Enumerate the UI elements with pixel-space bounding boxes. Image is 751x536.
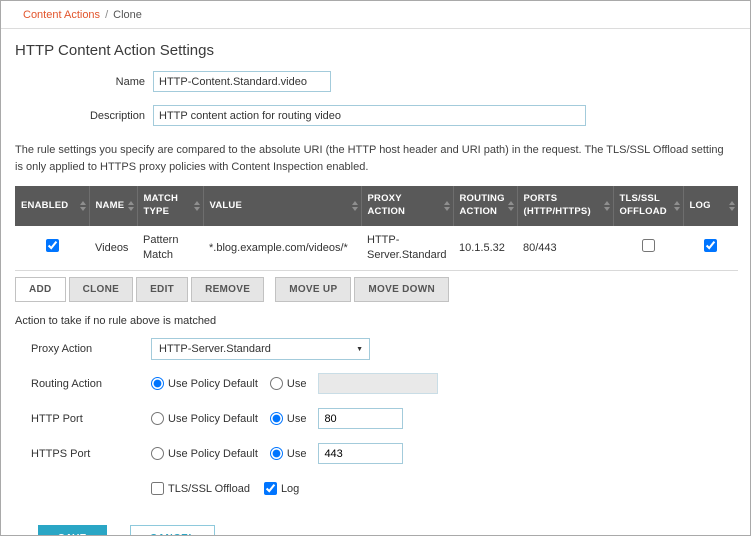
rule-settings-description: The rule settings you specify are compar… — [15, 142, 734, 175]
https-port-input[interactable] — [318, 443, 403, 464]
remove-button[interactable]: REMOVE — [191, 277, 264, 302]
sort-icon — [194, 201, 200, 211]
proxy-action-selected-value: HTTP-Server.Standard — [159, 343, 271, 355]
rule-proxy-action-cell: HTTP-Server.Standard — [361, 226, 453, 270]
https-port-use-policy-default-label: Use Policy Default — [168, 448, 258, 460]
description-input[interactable] — [153, 105, 586, 126]
http-port-use-policy-default-label: Use Policy Default — [168, 413, 258, 425]
offload-log-row: TLS/SSL Offload Log — [31, 478, 750, 500]
name-input[interactable] — [153, 71, 331, 92]
column-header-enabled[interactable]: ENABLED — [15, 186, 89, 226]
http-content-action-settings-page: Content Actions / Clone HTTP Content Actio… — [0, 0, 751, 536]
add-button[interactable]: ADD — [15, 277, 66, 302]
routing-use-policy-default-radio[interactable] — [151, 377, 164, 390]
https-port-use-policy-default-radio[interactable] — [151, 447, 164, 460]
http-port-input[interactable] — [318, 408, 403, 429]
rule-name-cell: Videos — [89, 226, 137, 270]
sort-icon — [444, 201, 450, 211]
http-port-use-policy-default-radio[interactable] — [151, 412, 164, 425]
cancel-button[interactable]: CANCEL — [130, 525, 215, 536]
http-port-label: HTTP Port — [31, 413, 151, 425]
proxy-action-row: Proxy Action HTTP-Server.Standard ▼ — [31, 338, 750, 360]
sort-icon — [80, 201, 86, 211]
http-port-row: HTTP Port Use Policy Default Use — [31, 408, 750, 430]
column-header-match-type[interactable]: MATCH TYPE — [137, 186, 203, 226]
log-checkbox[interactable] — [264, 482, 277, 495]
sort-icon — [604, 201, 610, 211]
rule-log-checkbox[interactable] — [704, 239, 717, 252]
https-port-use-radio[interactable] — [270, 447, 283, 460]
rule-routing-action-cell: 10.1.5.32 — [453, 226, 517, 270]
routing-use-label: Use — [287, 378, 307, 390]
breadcrumb-separator: / — [105, 9, 108, 21]
rule-log-cell — [683, 226, 738, 270]
description-field-row: Description — [1, 105, 750, 126]
name-field-row: Name — [1, 71, 750, 92]
no-rule-action-heading: Action to take if no rule above is match… — [15, 315, 736, 327]
column-header-ports[interactable]: PORTS (HTTP/HTTPS) — [517, 186, 613, 226]
https-port-row: HTTPS Port Use Policy Default Use — [31, 443, 750, 465]
rule-enabled-checkbox[interactable] — [46, 239, 59, 252]
https-port-use-label: Use — [287, 448, 307, 460]
save-button[interactable]: SAVE — [38, 525, 107, 536]
table-row[interactable]: Videos Pattern Match *.blog.example.com/… — [15, 226, 738, 270]
https-port-label: HTTPS Port — [31, 448, 151, 460]
name-label: Name — [1, 76, 145, 88]
tls-ssl-offload-checkbox[interactable] — [151, 482, 164, 495]
rule-tls-offload-checkbox[interactable] — [642, 239, 655, 252]
log-label: Log — [281, 483, 299, 495]
column-header-value[interactable]: VALUE — [203, 186, 361, 226]
routing-use-radio[interactable] — [270, 377, 283, 390]
http-port-use-radio[interactable] — [270, 412, 283, 425]
page-title: HTTP Content Action Settings — [15, 42, 736, 59]
routing-custom-input — [318, 373, 438, 394]
form-action-row: SAVE CANCEL — [38, 525, 750, 536]
routing-use-policy-default-label: Use Policy Default — [168, 378, 258, 390]
column-header-proxy-action[interactable]: PROXY ACTION — [361, 186, 453, 226]
rules-table-header-row: ENABLED NAME MATCH TYPE VALUE PROXY ACTI… — [15, 186, 738, 226]
edit-button[interactable]: EDIT — [136, 277, 188, 302]
rule-enabled-cell — [15, 226, 89, 270]
sort-icon — [508, 201, 514, 211]
rule-tls-offload-cell — [613, 226, 683, 270]
move-up-button[interactable]: MOVE UP — [275, 277, 351, 302]
clone-button[interactable]: CLONE — [69, 277, 134, 302]
rules-table: ENABLED NAME MATCH TYPE VALUE PROXY ACTI… — [15, 186, 738, 271]
breadcrumb-link-content-actions[interactable]: Content Actions — [23, 9, 100, 21]
routing-action-row: Routing Action Use Policy Default Use — [31, 373, 750, 395]
sort-icon — [729, 201, 735, 211]
proxy-action-select[interactable]: HTTP-Server.Standard ▼ — [151, 338, 370, 360]
column-header-log[interactable]: LOG — [683, 186, 738, 226]
breadcrumb-current: Clone — [113, 9, 142, 21]
tls-ssl-offload-label: TLS/SSL Offload — [168, 483, 250, 495]
description-label: Description — [1, 110, 145, 122]
column-header-routing-action[interactable]: ROUTING ACTION — [453, 186, 517, 226]
table-button-row: ADD CLONE EDIT REMOVE MOVE UP MOVE DOWN — [15, 277, 736, 302]
proxy-action-label: Proxy Action — [31, 343, 151, 355]
chevron-down-icon: ▼ — [356, 346, 363, 353]
column-header-name[interactable]: NAME — [89, 186, 137, 226]
breadcrumb: Content Actions / Clone — [1, 1, 750, 29]
sort-icon — [674, 201, 680, 211]
rule-ports-cell: 80/443 — [517, 226, 613, 270]
move-down-button[interactable]: MOVE DOWN — [354, 277, 449, 302]
rule-match-type-cell: Pattern Match — [137, 226, 203, 270]
sort-icon — [352, 201, 358, 211]
sort-icon — [128, 201, 134, 211]
http-port-use-label: Use — [287, 413, 307, 425]
routing-action-label: Routing Action — [31, 378, 151, 390]
column-header-tls-ssl-offload[interactable]: TLS/SSL OFFLOAD — [613, 186, 683, 226]
rule-value-cell: *.blog.example.com/videos/* — [203, 226, 361, 270]
